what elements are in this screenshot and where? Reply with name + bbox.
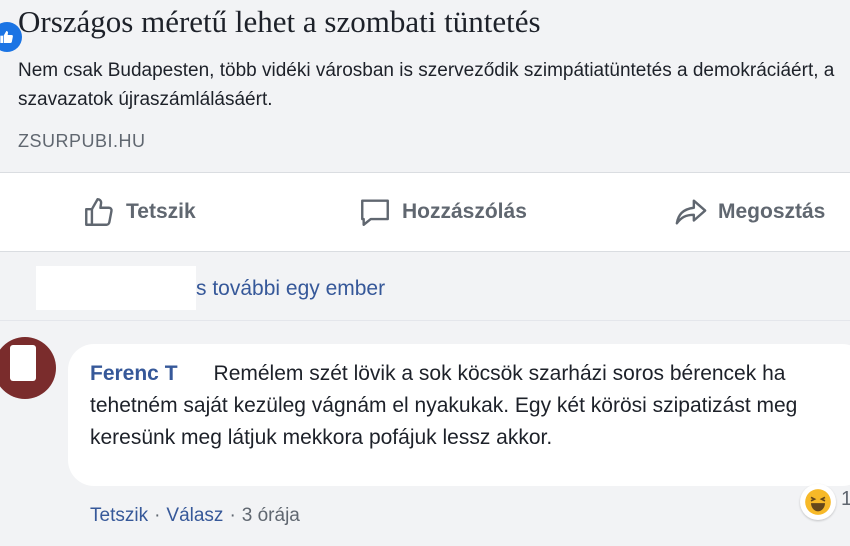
comment-text: Remélem szét lövik a sok köcsök szarházi… (90, 362, 798, 449)
comment-timestamp[interactable]: 3 órája (242, 505, 300, 527)
meta-separator: · (229, 505, 236, 526)
share-label: Megosztás (718, 200, 826, 223)
avatar-redaction (10, 345, 36, 381)
comment-label: Hozzászólás (402, 200, 527, 223)
share-button[interactable]: Megosztás (674, 195, 825, 229)
comment-button[interactable]: Hozzászólás (358, 195, 527, 229)
comment-meta: Tetszik · Válasz · 3 órája (90, 505, 300, 527)
link-preview-card[interactable]: Országos méretű lehet a szombati tünteté… (0, 0, 850, 173)
comment-author[interactable]: Ferenc T (90, 362, 178, 385)
like-label: Tetszik (126, 200, 196, 223)
redacted-names (36, 266, 196, 310)
link-title[interactable]: Országos méretű lehet a szombati tünteté… (18, 4, 838, 40)
reaction-count: 1 (841, 488, 850, 510)
speech-bubble-icon (358, 195, 392, 229)
meta-separator: · (154, 505, 161, 526)
like-button[interactable]: Tetszik (82, 195, 196, 229)
share-arrow-icon (674, 195, 708, 229)
comment-reply-link[interactable]: Válasz (166, 505, 223, 527)
link-description: Nem csak Budapesten, több vidéki városba… (18, 60, 835, 110)
comment-body: Ferenc T Remélem szét lövik a sok köcsök … (90, 358, 830, 454)
thumbs-up-icon (82, 195, 116, 229)
laughing-emoji-icon[interactable] (800, 484, 836, 520)
comment-like-link[interactable]: Tetszik (90, 505, 148, 527)
reactions-text[interactable]: s további egy ember (196, 277, 385, 301)
link-domain: ZSURPUBI.HU (18, 131, 146, 151)
post-action-bar: Tetszik Hozzászólás Megosztás (0, 173, 850, 252)
